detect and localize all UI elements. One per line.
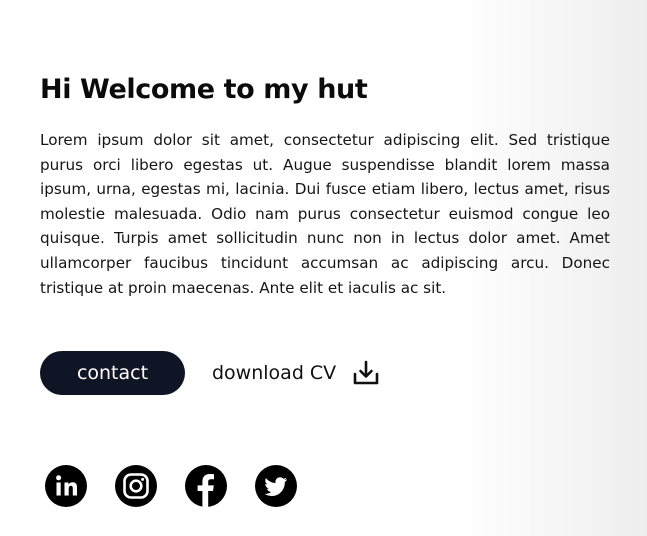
instagram-icon[interactable] <box>114 464 158 508</box>
hero-section: Hi Welcome to my hut Lorem ipsum dolor s… <box>40 70 610 300</box>
facebook-icon[interactable] <box>184 464 228 508</box>
action-bar: contact download CV <box>40 351 380 395</box>
intro-paragraph: Lorem ipsum dolor sit amet, consectetur … <box>40 131 610 297</box>
twitter-icon[interactable] <box>254 464 298 508</box>
page-title: Hi Welcome to my hut <box>40 74 368 105</box>
download-icon <box>352 360 380 386</box>
contact-button[interactable]: contact <box>40 351 185 395</box>
linkedin-icon[interactable] <box>44 464 88 508</box>
social-links <box>44 464 324 508</box>
download-cv-link[interactable]: download CV <box>212 360 380 386</box>
download-cv-label: download CV <box>212 362 337 384</box>
